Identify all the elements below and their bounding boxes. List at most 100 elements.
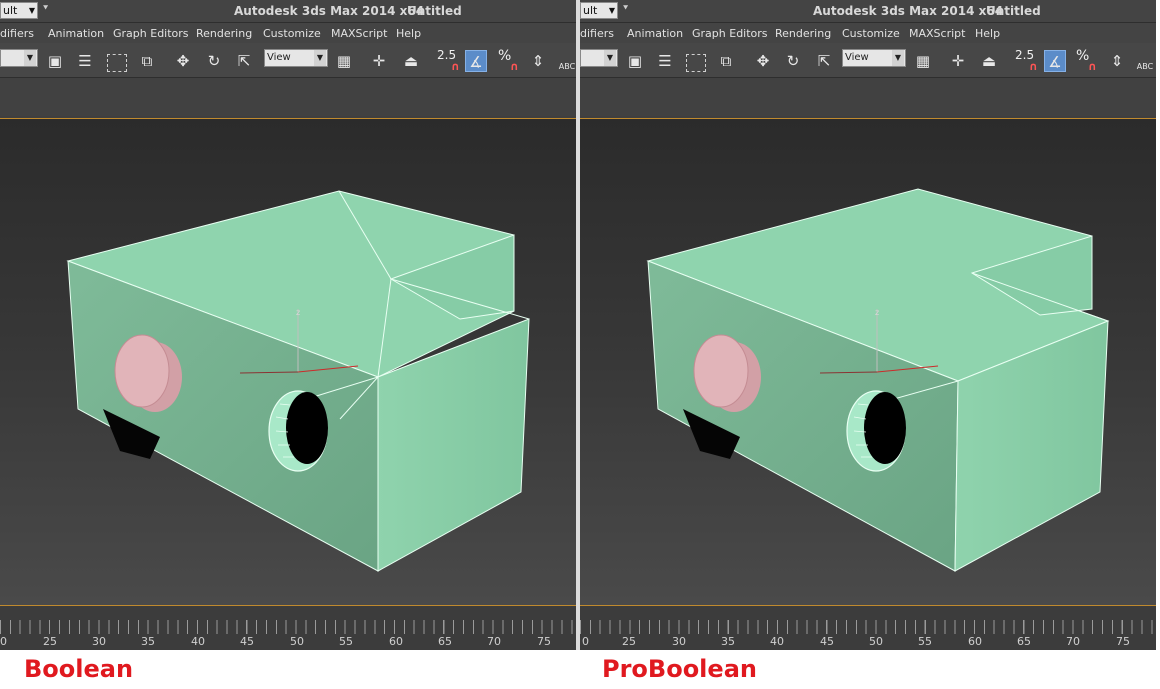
frame-label: 60	[389, 635, 403, 648]
frame-label: 70	[1066, 635, 1080, 648]
window-crossing-icon[interactable]: ⧉	[136, 50, 158, 72]
frame-label: 60	[968, 635, 982, 648]
frame-label: 70	[487, 635, 501, 648]
perspective-viewport[interactable]: z	[580, 118, 1156, 606]
cylinder-hole	[846, 390, 906, 472]
cylinder-hole	[268, 390, 328, 472]
menu-animation[interactable]: Animation	[627, 27, 683, 40]
frame-label: 0	[582, 635, 589, 648]
frame-label: 30	[672, 635, 686, 648]
left-3dsmax-window: ult ▼ ⯆ Autodesk 3ds Max 2014 x64 Untitle…	[0, 0, 576, 650]
quick-access-dropdown-icon[interactable]: ⯆	[622, 4, 629, 14]
quick-access-dropdown-icon[interactable]: ⯆	[42, 4, 49, 14]
timeline-ticks	[0, 620, 576, 634]
select-object-icon[interactable]: ▣	[624, 50, 646, 72]
ribbon-area	[580, 78, 1156, 116]
angle-snap-icon[interactable]: ∡	[1044, 50, 1066, 72]
chevron-down-icon: ▼	[24, 50, 36, 66]
document-title: Untitled	[986, 4, 1041, 18]
menu-rendering[interactable]: Rendering	[196, 27, 252, 40]
percent-snap-magnet-icon: ∩	[1088, 60, 1097, 73]
rectangular-selection-icon[interactable]	[686, 54, 706, 72]
chevron-down-icon: ▼	[892, 50, 904, 66]
main-toolbar: ▼ ▣ ☰ ⧉ ✥ ↻ ⇱ View ▼ ▦ ✛ ⏏ 2.5 ∩ ∡ % ∩ ⇕ …	[0, 43, 576, 78]
select-move-icon[interactable]: ✥	[752, 50, 774, 72]
select-object-icon[interactable]: ▣	[44, 50, 66, 72]
select-by-name-icon[interactable]: ☰	[654, 50, 676, 72]
select-rotate-icon[interactable]: ↻	[782, 50, 804, 72]
chevron-down-icon: ▼	[608, 6, 615, 15]
frame-label: 35	[721, 635, 735, 648]
select-move-icon[interactable]: ✥	[172, 50, 194, 72]
edit-named-selection-icon[interactable]: ABC	[1134, 50, 1156, 72]
angle-snap-icon[interactable]: ∡	[465, 50, 487, 72]
selection-filter-dropdown[interactable]: ▼	[580, 49, 618, 67]
keyboard-shortcut-override-icon[interactable]: ⏏	[978, 50, 1000, 72]
menu-graph-editors[interactable]: Graph Editors	[113, 27, 189, 40]
reference-coordinate-dropdown[interactable]: View ▼	[842, 49, 906, 67]
select-manipulate-icon[interactable]: ✛	[368, 50, 390, 72]
workspace-dropdown[interactable]: ult ▼	[0, 2, 38, 19]
menu-help[interactable]: Help	[396, 27, 421, 40]
frame-label: 25	[43, 635, 57, 648]
frame-label: 45	[240, 635, 254, 648]
menu-customize[interactable]: Customize	[263, 27, 321, 40]
select-rotate-icon[interactable]: ↻	[203, 50, 225, 72]
menu-modifiers[interactable]: difiers	[580, 27, 614, 40]
frame-label: 65	[1017, 635, 1031, 648]
spinner-snap-icon[interactable]: ⇕	[527, 50, 549, 72]
snap-magnet-icon: ∩	[1029, 60, 1038, 73]
timeline-ticks	[580, 620, 1156, 634]
time-slider[interactable]: 0 25 30 35 40 45 50 55 60 65 70 75	[0, 606, 576, 650]
frame-label: 55	[339, 635, 353, 648]
frame-label: 55	[918, 635, 932, 648]
menu-maxscript[interactable]: MAXScript	[331, 27, 387, 40]
frame-label: 65	[438, 635, 452, 648]
menu-maxscript[interactable]: MAXScript	[909, 27, 965, 40]
spinner-snap-icon[interactable]: ⇕	[1106, 50, 1128, 72]
frame-label: 50	[869, 635, 883, 648]
select-by-name-icon[interactable]: ☰	[74, 50, 96, 72]
right-3dsmax-window: ult ▼ ⯆ Autodesk 3ds Max 2014 x64 Untitle…	[580, 0, 1156, 650]
pivot-center-icon[interactable]: ▦	[333, 50, 355, 72]
frame-label: 30	[92, 635, 106, 648]
menu-animation[interactable]: Animation	[48, 27, 104, 40]
title-bar: ult ▼ ⯆ Autodesk 3ds Max 2014 x64 Untitle…	[0, 0, 576, 23]
frame-label: 40	[191, 635, 205, 648]
frame-label: 75	[1116, 635, 1130, 648]
title-bar: ult ▼ ⯆ Autodesk 3ds Max 2014 x64 Untitle…	[580, 0, 1156, 23]
menu-help[interactable]: Help	[975, 27, 1000, 40]
frame-label: 0	[0, 635, 7, 648]
caption-boolean: Boolean	[24, 655, 134, 683]
percent-snap-magnet-icon: ∩	[510, 60, 519, 73]
menu-bar: difiers Animation Graph Editors Renderin…	[580, 23, 1156, 43]
frame-label: 35	[141, 635, 155, 648]
menu-modifiers[interactable]: difiers	[0, 27, 34, 40]
menu-graph-editors[interactable]: Graph Editors	[692, 27, 768, 40]
window-crossing-icon[interactable]: ⧉	[715, 50, 737, 72]
menu-bar: difiers Animation Graph Editors Renderin…	[0, 23, 576, 43]
frame-label: 75	[537, 635, 551, 648]
select-scale-icon[interactable]: ⇱	[233, 50, 255, 72]
snap-magnet-icon: ∩	[451, 60, 460, 73]
chevron-down-icon: ▼	[314, 50, 326, 66]
caption-proboolean: ProBoolean	[602, 655, 757, 683]
pivot-center-icon[interactable]: ▦	[912, 50, 934, 72]
perspective-viewport[interactable]: z	[0, 118, 576, 606]
reference-coordinate-dropdown[interactable]: View ▼	[264, 49, 328, 67]
ribbon-area	[0, 78, 576, 116]
select-scale-icon[interactable]: ⇱	[813, 50, 835, 72]
keyboard-shortcut-override-icon[interactable]: ⏏	[400, 50, 422, 72]
menu-rendering[interactable]: Rendering	[775, 27, 831, 40]
frame-label: 40	[770, 635, 784, 648]
rectangular-selection-icon[interactable]	[107, 54, 127, 72]
select-manipulate-icon[interactable]: ✛	[947, 50, 969, 72]
frame-label: 25	[622, 635, 636, 648]
time-slider[interactable]: 0 25 30 35 40 45 50 55 60 65 70 75	[580, 606, 1156, 650]
menu-customize[interactable]: Customize	[842, 27, 900, 40]
workspace-dropdown[interactable]: ult ▼	[580, 2, 618, 19]
scene-render: z	[646, 188, 1110, 572]
edit-named-selection-icon[interactable]: ABC	[556, 50, 576, 72]
frame-label: 45	[820, 635, 834, 648]
selection-filter-dropdown[interactable]: ▼	[0, 49, 38, 67]
